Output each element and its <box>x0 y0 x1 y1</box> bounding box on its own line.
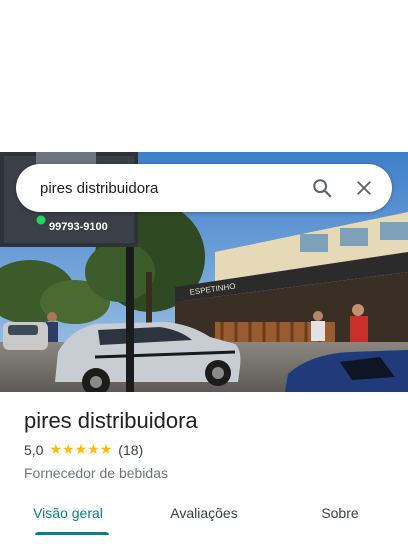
search-button[interactable] <box>306 172 338 204</box>
star-icon: ★ <box>87 442 100 458</box>
active-tab-indicator <box>35 532 109 535</box>
rating-row[interactable]: 5,0 ★ ★ ★ ★ ★ (18) <box>24 440 394 460</box>
clear-button[interactable] <box>348 172 380 204</box>
star-icon: ★ <box>74 442 88 458</box>
search-bar[interactable] <box>16 164 392 212</box>
blank-area <box>0 0 408 152</box>
review-count[interactable]: (18) <box>118 442 143 458</box>
place-category[interactable]: Fornecedor de bebidas <box>24 463 394 483</box>
star-icon: ★ <box>62 442 75 458</box>
place-title: pires distribuidora <box>24 408 198 433</box>
close-icon <box>357 181 371 195</box>
tab-about[interactable]: Sobre <box>272 494 408 544</box>
star-rating: ★ ★ ★ ★ ★ <box>49 443 112 457</box>
place-info: pires distribuidora 5,0 ★ ★ ★ ★ ★ (18) F… <box>24 406 394 483</box>
sign-phone: 99793-9100 <box>49 221 108 233</box>
tab-overview[interactable]: Visão geral <box>0 494 136 544</box>
tab-reviews[interactable]: Avaliações <box>136 494 272 544</box>
rating-value: 5,0 <box>24 442 44 458</box>
search-icon <box>313 179 332 198</box>
star-icon: ★ <box>99 442 113 458</box>
star-icon: ★ <box>49 442 63 458</box>
search-input[interactable] <box>40 168 296 208</box>
place-tabs: Visão geral Avaliações Sobre <box>0 494 408 544</box>
